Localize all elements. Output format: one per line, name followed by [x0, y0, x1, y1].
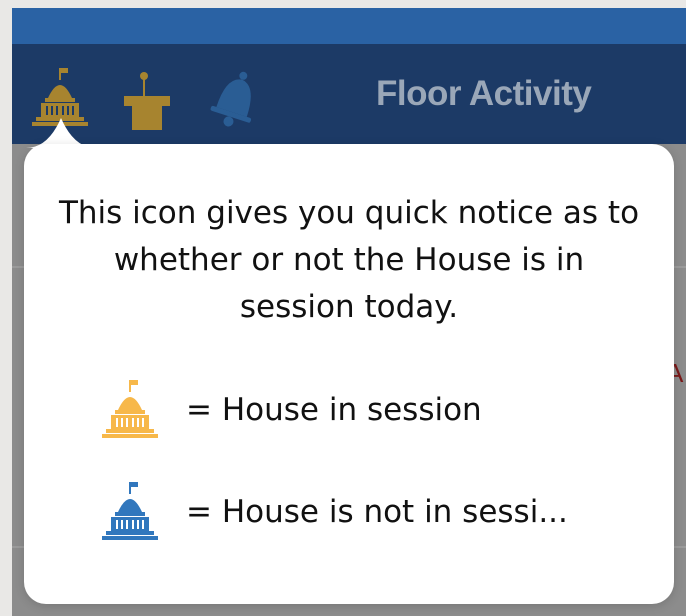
- legend-label: = House is not in sessi...: [186, 494, 568, 530]
- capitol-in-session-icon: [100, 378, 160, 442]
- popover-arrow: [26, 114, 96, 148]
- page-title: Floor Activity: [376, 74, 592, 113]
- bell-icon[interactable]: [206, 66, 262, 130]
- nav-bar: Floor Activity: [12, 44, 686, 144]
- legend-item-in-session: = House in session: [100, 378, 660, 442]
- info-popover: This icon gives you quick notice as to w…: [24, 144, 674, 604]
- status-bar: [12, 8, 686, 44]
- capitol-not-in-session-icon: [100, 480, 160, 544]
- legend-label: = House in session: [186, 392, 482, 428]
- popover-message: This icon gives you quick notice as to w…: [58, 195, 640, 325]
- podium-icon[interactable]: [118, 66, 174, 130]
- legend-item-not-in-session: = House is not in sessi...: [100, 480, 660, 544]
